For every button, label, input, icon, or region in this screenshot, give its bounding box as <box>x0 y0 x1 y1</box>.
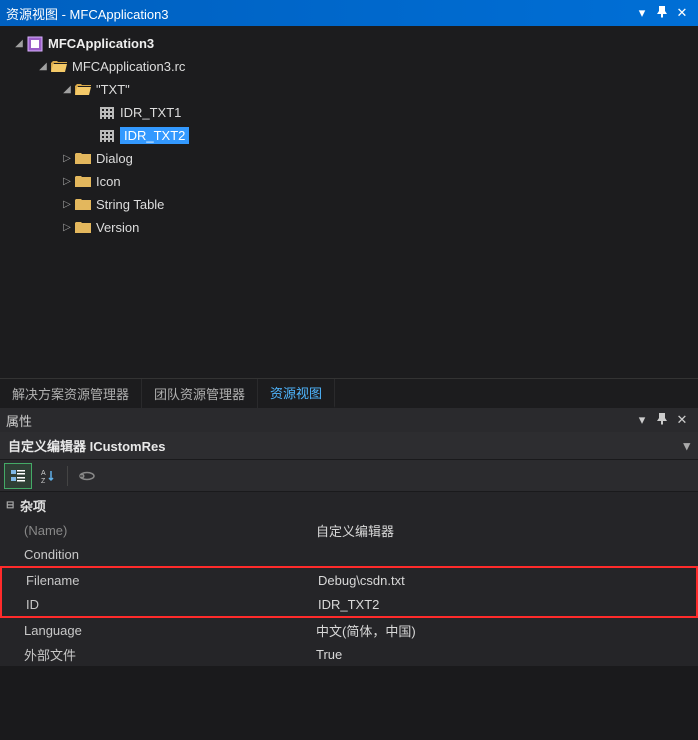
pin-icon[interactable] <box>652 6 672 21</box>
properties-titlebar: 属性 ▾ ✕ <box>0 408 698 432</box>
property-category[interactable]: ⊟ 杂项 <box>0 492 698 518</box>
property-row-id[interactable]: ID IDR_TXT2 <box>2 592 696 616</box>
tree-label: MFCApplication3.rc <box>72 59 185 74</box>
property-value[interactable]: Debug\csdn.txt <box>318 573 696 588</box>
tree-label: Version <box>96 220 139 235</box>
tree-label: MFCApplication3 <box>48 36 154 51</box>
close-icon[interactable]: ✕ <box>672 412 692 428</box>
property-value[interactable]: 中文(简体，中国) <box>316 621 698 640</box>
resource-view-titlebar: 资源视图 - MFCApplication3 ▾ ✕ <box>0 0 698 26</box>
expand-icon[interactable]: ▷ <box>60 176 74 187</box>
property-key: 外部文件 <box>0 645 316 664</box>
tree-txt2[interactable]: IDR_TXT2 <box>4 124 694 147</box>
property-row-filename[interactable]: Filename Debug\csdn.txt <box>2 568 696 592</box>
tree-root[interactable]: ◢ MFCApplication3 <box>4 32 694 55</box>
folder-icon <box>74 151 92 167</box>
property-row-external[interactable]: 外部文件 True <box>0 642 698 666</box>
dropdown-icon[interactable]: ▾ <box>683 438 690 454</box>
tree-label: String Table <box>96 197 164 212</box>
expand-icon[interactable]: ◢ <box>60 84 74 95</box>
expand-icon[interactable]: ▷ <box>60 222 74 233</box>
tree-label-selected: IDR_TXT2 <box>120 127 189 144</box>
properties-object-name: 自定义编辑器 ICustomRes <box>8 436 165 455</box>
resource-tree[interactable]: ◢ MFCApplication3 ◢ MFCApplication3.rc ◢… <box>0 26 698 378</box>
properties-object-header[interactable]: 自定义编辑器 ICustomRes ▾ <box>0 432 698 460</box>
property-row-name[interactable]: (Name) 自定义编辑器 <box>0 518 698 542</box>
dropdown-icon[interactable]: ▾ <box>632 5 652 21</box>
highlight-annotation: Filename Debug\csdn.txt ID IDR_TXT2 <box>0 566 698 618</box>
categorized-button[interactable] <box>4 463 32 489</box>
properties-title: 属性 <box>6 411 632 430</box>
svg-text:Z: Z <box>41 478 46 484</box>
tree-rc[interactable]: ◢ MFCApplication3.rc <box>4 55 694 78</box>
tree-txt1[interactable]: IDR_TXT1 <box>4 101 694 124</box>
property-pages-button[interactable] <box>73 463 101 489</box>
property-key: (Name) <box>0 523 316 538</box>
folder-open-icon <box>74 82 92 98</box>
tree-label: Dialog <box>96 151 133 166</box>
tree-label: IDR_TXT1 <box>120 105 181 120</box>
alphabetical-button[interactable]: AZ <box>34 463 62 489</box>
close-icon[interactable]: ✕ <box>672 5 692 21</box>
tab-solution-explorer[interactable]: 解决方案资源管理器 <box>0 379 142 408</box>
folder-icon <box>74 197 92 213</box>
panel-tabs: 解决方案资源管理器 团队资源管理器 资源视图 <box>0 378 698 408</box>
property-value[interactable]: IDR_TXT2 <box>318 597 696 612</box>
property-value: 自定义编辑器 <box>316 521 698 540</box>
project-icon <box>26 36 44 52</box>
tree-dialog[interactable]: ▷ Dialog <box>4 147 694 170</box>
folder-open-icon <box>50 59 68 75</box>
property-key: Filename <box>2 573 318 588</box>
category-label: 杂项 <box>20 496 46 515</box>
tree-stringtable[interactable]: ▷ String Table <box>4 193 694 216</box>
property-key: Language <box>0 623 316 638</box>
properties-grid: ⊟ 杂项 (Name) 自定义编辑器 Condition Filename De… <box>0 492 698 666</box>
tree-version[interactable]: ▷ Version <box>4 216 694 239</box>
tree-label: "TXT" <box>96 82 130 97</box>
expand-icon[interactable]: ▷ <box>60 153 74 164</box>
pin-icon[interactable] <box>652 413 672 428</box>
resource-view-title: 资源视图 - MFCApplication3 <box>6 4 632 23</box>
property-key: ID <box>2 597 318 612</box>
expand-icon[interactable]: ▷ <box>60 199 74 210</box>
expand-icon[interactable]: ◢ <box>36 61 50 72</box>
properties-toolbar: AZ <box>0 460 698 492</box>
dropdown-icon[interactable]: ▾ <box>632 412 652 428</box>
property-row-condition[interactable]: Condition <box>0 542 698 566</box>
resource-icon <box>98 128 116 144</box>
folder-icon <box>74 174 92 190</box>
tree-icon-folder[interactable]: ▷ Icon <box>4 170 694 193</box>
tab-resource-view[interactable]: 资源视图 <box>258 379 335 408</box>
property-row-language[interactable]: Language 中文(简体，中国) <box>0 618 698 642</box>
resource-icon <box>98 105 116 121</box>
tree-label: Icon <box>96 174 121 189</box>
tree-txt-folder[interactable]: ◢ "TXT" <box>4 78 694 101</box>
svg-text:A: A <box>41 470 46 477</box>
property-key: Condition <box>0 547 316 562</box>
property-value[interactable]: True <box>316 647 698 662</box>
separator <box>67 466 68 486</box>
folder-icon <box>74 220 92 236</box>
expand-icon[interactable]: ◢ <box>12 38 26 49</box>
collapse-icon[interactable]: ⊟ <box>6 500 20 511</box>
tab-team-explorer[interactable]: 团队资源管理器 <box>142 379 258 408</box>
